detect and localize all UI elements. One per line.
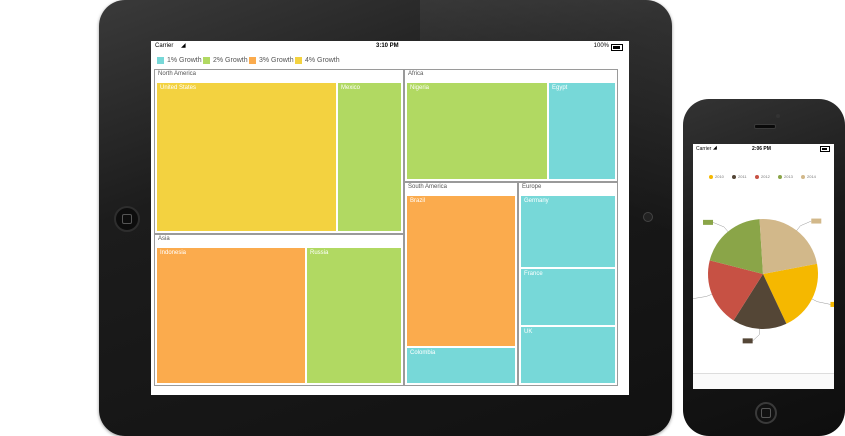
legend-dot <box>732 175 736 179</box>
pie-data-label-2010 <box>830 301 834 307</box>
iphone-screen: Carrier ◢ 2:06 PM 2010 2011 2012 2013 20… <box>693 144 834 389</box>
pie-data-label-2011 <box>742 338 753 344</box>
iphone-camera <box>776 114 780 118</box>
battery-icon <box>611 44 623 51</box>
pie-connector <box>752 328 760 342</box>
legend-label: 2011 <box>738 174 747 179</box>
status-time: 3:10 PM <box>376 43 399 49</box>
treemap-tile[interactable]: Russia <box>306 247 402 384</box>
status-time: 2:06 PM <box>752 146 771 152</box>
iphone-speaker <box>754 124 776 129</box>
legend-swatch <box>157 57 164 64</box>
tile-label: Mexico <box>341 85 361 91</box>
legend-label: 2010 <box>715 174 724 179</box>
ipad-status-bar: Carrier ◢ 3:10 PM 100% <box>151 41 629 53</box>
legend-swatch <box>203 57 210 64</box>
treemap-tile[interactable]: Germany <box>520 195 616 268</box>
tile-label: UK <box>524 329 533 335</box>
pie-chart <box>693 218 834 344</box>
pie-connector <box>811 298 831 305</box>
legend-swatch <box>249 57 256 64</box>
carrier-label: Carrier <box>696 146 712 152</box>
legend-label: 2% Growth <box>213 57 248 64</box>
treemap-group-north-america: North America United States Mexico <box>154 69 404 234</box>
group-label: Africa <box>408 71 424 77</box>
ipad-home-button[interactable] <box>114 206 140 232</box>
legend-dot <box>801 175 805 179</box>
legend-swatch <box>295 57 302 64</box>
legend-dot <box>709 175 713 179</box>
tile-label: Egypt <box>552 85 568 91</box>
group-label: Europe <box>522 184 542 190</box>
group-label: South America <box>408 184 448 190</box>
group-label: Asia <box>158 236 170 242</box>
legend-label: 2014 <box>807 174 816 179</box>
wifi-icon: ◢ <box>181 43 186 49</box>
treemap-tile[interactable]: United States <box>156 82 337 232</box>
pie-connector <box>796 220 812 231</box>
tile-label: Indonesia <box>160 250 187 256</box>
treemap-tile[interactable]: Mexico <box>337 82 402 232</box>
carrier-label: Carrier <box>155 43 174 49</box>
tile-label: France <box>524 271 543 277</box>
treemap-tile[interactable]: Egypt <box>548 82 616 180</box>
pie-connector <box>712 222 729 232</box>
treemap-group-asia: Asia Indonesia Russia <box>154 234 404 386</box>
tile-label: Colombia <box>410 350 436 356</box>
pie-data-label-2014 <box>811 218 822 224</box>
treemap-tile[interactable]: Nigeria <box>406 82 548 180</box>
treemap-tile[interactable]: Indonesia <box>156 247 306 384</box>
legend-dot <box>755 175 759 179</box>
battery-percent: 100% <box>593 43 609 49</box>
treemap-tile[interactable]: Colombia <box>406 347 516 384</box>
legend-label: 2013 <box>784 174 793 179</box>
treemap-tile[interactable]: France <box>520 268 616 326</box>
iphone-bottom-bar <box>693 373 834 389</box>
ipad-screen: Carrier ◢ 3:10 PM 100% 1% Growth 2% Grow… <box>151 41 629 395</box>
tile-label: Germany <box>524 198 549 204</box>
legend-label: 1% Growth <box>167 57 202 64</box>
treemap-group-south-america: South America Brazil Colombia <box>404 182 518 386</box>
legend-label: 4% Growth <box>305 57 340 64</box>
tile-label: United States <box>160 85 197 91</box>
tile-label: Brazil <box>410 198 426 204</box>
iphone-home-button[interactable] <box>755 402 777 424</box>
treemap-tile[interactable]: Brazil <box>406 195 516 347</box>
wifi-icon: ◢ <box>713 145 717 151</box>
treemap-group-africa: Africa Nigeria Egypt <box>404 69 618 182</box>
ipad-camera <box>643 212 653 222</box>
pie-connector <box>693 294 712 299</box>
battery-icon <box>820 146 830 152</box>
treemap-tile[interactable]: UK <box>520 326 616 384</box>
tile-label: Nigeria <box>410 85 430 91</box>
legend-dot <box>778 175 782 179</box>
legend-label: 2012 <box>761 174 770 179</box>
pie-legend: 2010 2011 2012 2013 2014 <box>709 174 829 180</box>
treemap-group-europe: Europe Germany France UK <box>518 182 618 386</box>
tile-label: Russia <box>310 250 329 256</box>
group-label: North America <box>158 71 197 77</box>
pie-data-label-2013 <box>703 219 714 225</box>
legend-label: 3% Growth <box>259 57 294 64</box>
iphone-status-bar: Carrier ◢ 2:06 PM <box>693 144 834 153</box>
